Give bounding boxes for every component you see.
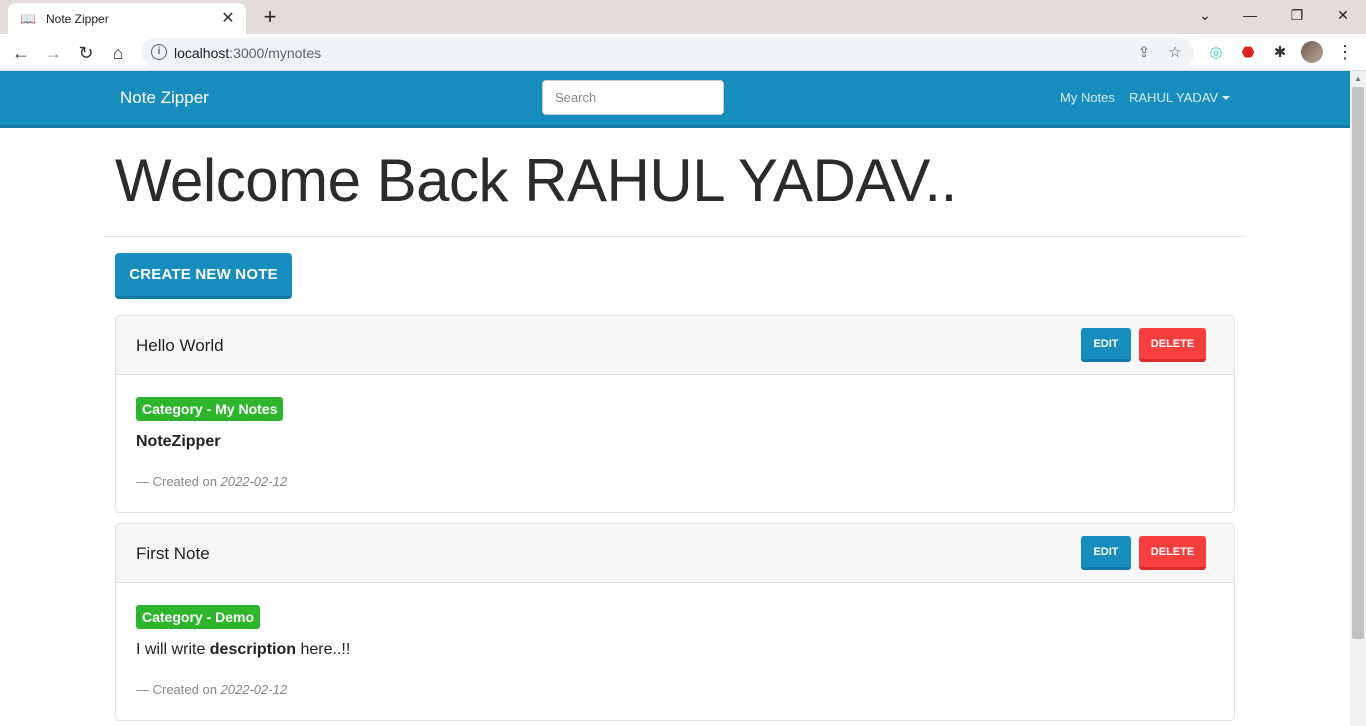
create-note-button[interactable]: CREATE NEW NOTE [115, 253, 292, 299]
window-close-icon[interactable]: ✕ [1323, 4, 1363, 26]
delete-button[interactable]: DELETE [1139, 328, 1206, 362]
browser-menu-icon[interactable]: ⋮ [1336, 42, 1354, 64]
note-card: Hello World EDIT DELETE Category - My No… [115, 315, 1235, 513]
restore-icon[interactable]: ❐ [1277, 4, 1317, 26]
bookmark-star-icon[interactable]: ☆ [1165, 43, 1185, 63]
delete-button[interactable]: DELETE [1139, 536, 1206, 570]
browser-tab-bar: 📖 Note Zipper ✕ + ⌄ — ❐ ✕ [0, 0, 1366, 34]
extensions-puzzle-icon[interactable]: ✱ [1270, 43, 1290, 63]
browser-tab[interactable]: 📖 Note Zipper ✕ [8, 3, 246, 34]
scroll-thumb[interactable] [1352, 87, 1364, 639]
extension-ring-icon[interactable]: ◎ [1206, 43, 1226, 63]
search-input[interactable] [542, 80, 724, 115]
forward-icon[interactable]: → [40, 40, 66, 66]
url-path: :3000/mynotes [229, 45, 322, 61]
home-icon[interactable]: ⌂ [105, 40, 131, 66]
page-scrollbar[interactable]: ▲ [1350, 71, 1366, 726]
user-name: RAHUL YADAV [1129, 90, 1219, 105]
note-content: I will write description here..!! [136, 641, 350, 659]
note-header[interactable]: First Note EDIT DELETE [116, 524, 1234, 583]
minimize-icon[interactable]: — [1230, 4, 1270, 26]
edit-button[interactable]: EDIT [1081, 328, 1131, 362]
new-tab-icon[interactable]: + [258, 6, 282, 30]
back-icon[interactable]: ← [8, 40, 34, 66]
category-badge: Category - Demo [136, 605, 261, 629]
browser-toolbar: ← → ↻ ⌂ i localhost:3000/mynotes ⇪ ☆ ◎ ⬣… [0, 34, 1366, 71]
scroll-up-icon[interactable]: ▲ [1354, 75, 1362, 83]
content-post: here..!! [296, 641, 351, 658]
user-dropdown[interactable]: RAHUL YADAV [1129, 90, 1231, 105]
content-pre: I will write [136, 641, 210, 658]
category-badge: Category - My Notes [136, 397, 284, 421]
page-title: Welcome Back RAHUL YADAV.. [115, 147, 957, 214]
share-icon[interactable]: ⇪ [1134, 43, 1154, 63]
note-body: Category - My Notes NoteZipper — Created… [116, 375, 1234, 512]
note-content: NoteZipper [136, 433, 220, 451]
brand-link[interactable]: Note Zipper [120, 88, 209, 108]
caret-down-icon [1222, 96, 1231, 100]
tab-search-chevron-icon[interactable]: ⌄ [1185, 4, 1225, 26]
note-title[interactable]: First Note [136, 544, 210, 564]
note-header[interactable]: Hello World EDIT DELETE [116, 316, 1234, 375]
note-created: — Created on 2022-02-12 [136, 682, 287, 697]
note-created: — Created on 2022-02-12 [136, 474, 287, 489]
address-bar[interactable]: i localhost:3000/mynotes ⇪ ☆ [141, 38, 1194, 67]
app-navbar: Note Zipper My Notes RAHUL YADAV [0, 71, 1350, 128]
note-body: Category - Demo I will write description… [116, 583, 1234, 720]
edit-button[interactable]: EDIT [1081, 536, 1131, 570]
reload-icon[interactable]: ↻ [73, 40, 99, 66]
url-host: localhost [174, 45, 230, 61]
created-prefix: — Created on [136, 474, 217, 489]
created-date: 2022-02-12 [220, 474, 288, 489]
extension-hand-icon[interactable]: ⬣ [1238, 43, 1258, 63]
divider [105, 236, 1245, 237]
info-icon[interactable]: i [151, 44, 167, 60]
content-bold: NoteZipper [136, 433, 221, 450]
created-prefix: — Created on [136, 682, 217, 697]
page-viewport: Note Zipper My Notes RAHUL YADAV Welcome… [0, 71, 1350, 726]
content-bold: description [209, 641, 297, 658]
nav-link-my-notes[interactable]: My Notes [1060, 90, 1115, 105]
note-title[interactable]: Hello World [136, 336, 224, 356]
created-date: 2022-02-12 [220, 682, 288, 697]
close-tab-icon[interactable]: ✕ [220, 10, 236, 27]
tab-title: Note Zipper [46, 11, 109, 26]
url-text[interactable]: localhost:3000/mynotes [174, 45, 321, 61]
profile-avatar[interactable] [1301, 41, 1323, 63]
book-icon: 📖 [20, 10, 37, 26]
note-card: First Note EDIT DELETE Category - Demo I… [115, 523, 1235, 721]
